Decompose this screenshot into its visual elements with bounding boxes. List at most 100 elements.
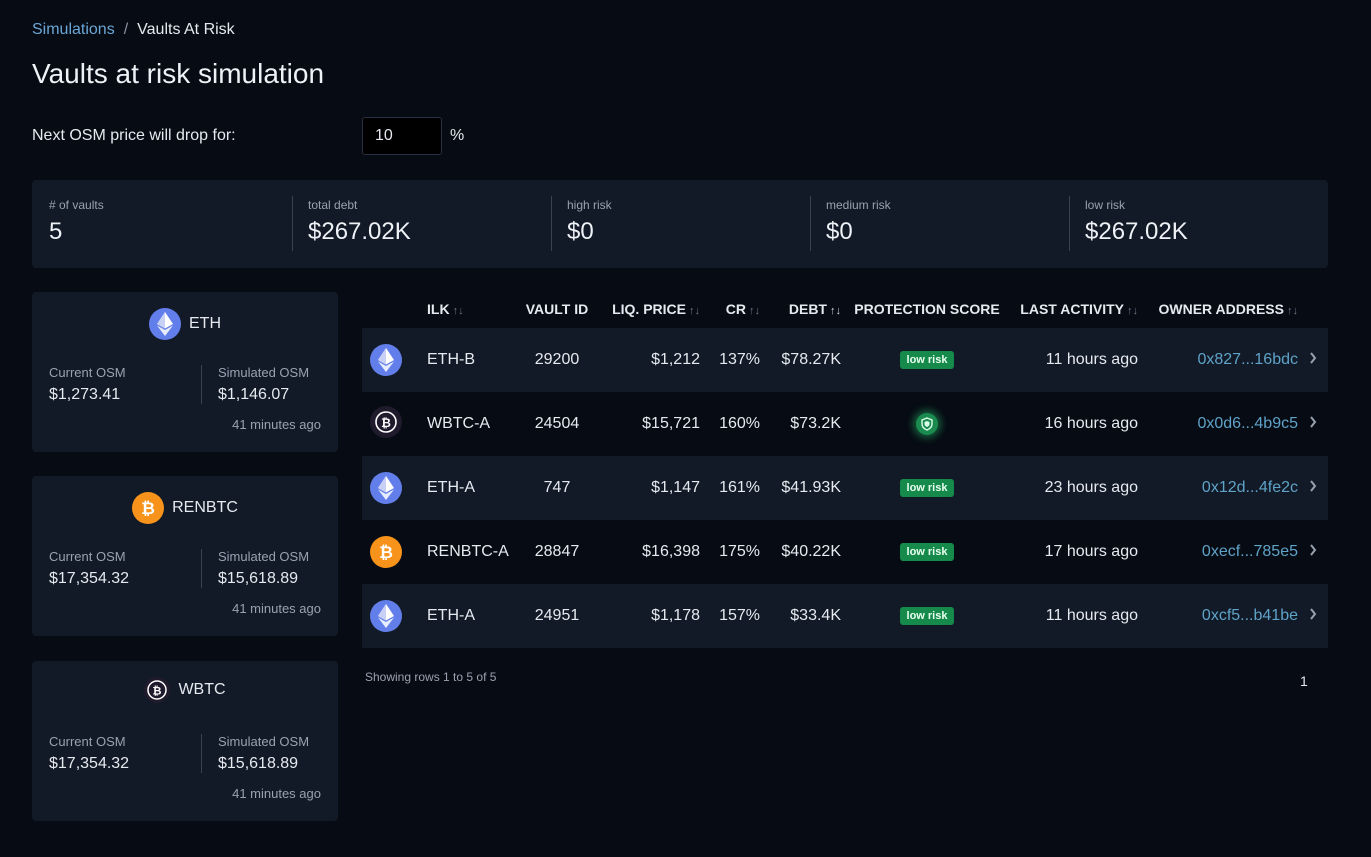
owner-address-link[interactable]: 0xecf...785e5 (1202, 543, 1298, 560)
btc-icon: ₿ (370, 536, 402, 568)
cell-cr: 160% (719, 415, 760, 432)
header-cr[interactable]: CR ↑↓ (700, 301, 760, 317)
price-drop-unit: % (450, 127, 465, 144)
breadcrumb: Simulations / Vaults At Risk (32, 21, 235, 39)
simulated-osm-label: Simulated OSM (218, 365, 310, 380)
cell-protection: low risk (841, 543, 1013, 561)
cell-owner: 0x827...16bdc (1138, 351, 1298, 369)
low-risk-badge: low risk (899, 543, 955, 561)
summary-label: # of vaults (49, 198, 104, 212)
row-coin (362, 599, 427, 633)
asset-name: ETH (189, 315, 221, 332)
asset-header: ₿ RENBTC (32, 492, 338, 524)
owner-address-link[interactable]: 0xcf5...b41be (1202, 607, 1298, 624)
simulated-osm: Simulated OSM $15,618.89 (201, 734, 353, 773)
sort-icon: ↑↓ (452, 305, 464, 317)
eth-icon (370, 599, 402, 632)
low-risk-badge: low risk (899, 479, 955, 497)
cell-last-activity: 16 hours ago (1044, 415, 1138, 432)
sort-icon: ↑↓ (689, 305, 700, 317)
cell-vault-id: 24951 (534, 607, 580, 624)
owner-address-link[interactable]: 0x12d...4fe2c (1202, 479, 1298, 496)
simulated-osm-label: Simulated OSM (218, 549, 310, 564)
header-owner-label: OWNER ADDRESS (1158, 301, 1285, 317)
cell-liq-price: $1,178 (651, 607, 700, 624)
summary-panel: # of vaults 5 total debt $267.02K high r… (32, 180, 1328, 268)
table-row[interactable]: ETH-A 24951 $1,178 157% $33.4K low risk … (362, 584, 1328, 648)
summary-value: $0 (567, 218, 594, 245)
header-cr-label: CR (725, 301, 746, 317)
table-row-count: Showing rows 1 to 5 of 5 (365, 670, 497, 684)
cell-liq-price: $1,147 (651, 479, 700, 496)
row-coin: ₿ (362, 405, 427, 443)
header-liq-price[interactable]: LIQ. PRICE ↑↓ (597, 301, 700, 317)
owner-address-link[interactable]: 0x827...16bdc (1197, 351, 1298, 368)
pagination-page-1[interactable]: 1 (1300, 673, 1308, 689)
cell-protection: low risk (841, 479, 1013, 497)
summary-vault-count: # of vaults 5 (32, 180, 292, 268)
header-last-activity-label: LAST ACTIVITY (1020, 301, 1124, 317)
header-last-activity[interactable]: LAST ACTIVITY ↑↓ (1013, 301, 1138, 317)
row-coin: ₿ (362, 536, 427, 568)
current-osm: Current OSM $17,354.32 (49, 549, 201, 588)
simulated-osm-label: Simulated OSM (218, 734, 310, 749)
asset-name: WBTC (178, 681, 226, 698)
cell-cr: 175% (719, 543, 760, 560)
cell-vault-id: 747 (543, 479, 571, 496)
cell-debt: $78.27K (781, 351, 841, 368)
asset-osm-values: Current OSM $17,354.32 Simulated OSM $15… (49, 549, 353, 588)
chevron-right-icon[interactable] (1298, 351, 1328, 369)
asset-header: ETH (32, 308, 338, 340)
cell-cr: 157% (719, 607, 760, 624)
summary-value: 5 (49, 218, 63, 245)
breadcrumb-separator: / (123, 21, 129, 38)
chevron-right-icon[interactable] (1298, 607, 1328, 625)
chevron-right-icon[interactable] (1298, 543, 1328, 561)
btc-icon: ₿ (132, 492, 165, 524)
cell-last-activity: 11 hours ago (1045, 607, 1138, 624)
simulated-osm-value: $15,618.89 (218, 755, 299, 772)
cell-vault-id: 28847 (534, 543, 580, 560)
header-vault-id: VAULT ID (525, 301, 589, 317)
summary-value: $267.02K (308, 218, 411, 245)
chevron-right-icon[interactable] (1298, 415, 1328, 433)
owner-address-link[interactable]: 0x0d6...4b9c5 (1197, 415, 1298, 432)
header-liq-price-label: LIQ. PRICE (612, 301, 686, 317)
cell-last-activity: 23 hours ago (1044, 479, 1138, 496)
summary-label: low risk (1085, 198, 1126, 212)
cell-ilk: ETH-A (427, 479, 475, 496)
shield-icon (916, 413, 938, 435)
asset-card-renbtc: ₿ RENBTC Current OSM $17,354.32 Simulate… (32, 476, 338, 636)
table-row[interactable]: ₿ WBTC-A 24504 $15,721 160% $73.2K 16 ho… (362, 392, 1328, 456)
cell-debt: $40.22K (781, 543, 841, 560)
header-debt[interactable]: DEBT ↑↓ (760, 301, 841, 317)
table-row[interactable]: ₿ RENBTC-A 28847 $16,398 175% $40.22K lo… (362, 520, 1328, 584)
asset-updated-time: 41 minutes ago (232, 417, 321, 432)
svg-text:₿: ₿ (381, 416, 391, 430)
table-row[interactable]: ETH-A 747 $1,147 161% $41.93K low risk 2… (362, 456, 1328, 520)
wbtc-icon: ₿ (144, 677, 171, 703)
price-drop-input[interactable] (362, 117, 442, 155)
cell-owner: 0x0d6...4b9c5 (1138, 415, 1298, 433)
breadcrumb-current: Vaults At Risk (137, 21, 235, 38)
asset-card-wbtc: ₿ WBTC Current OSM $17,354.32 Simulated … (32, 661, 338, 821)
current-osm-label: Current OSM (49, 365, 126, 380)
header-ilk[interactable]: ILK ↑↓ (427, 301, 517, 317)
sort-icon: ↑↓ (749, 305, 760, 317)
sort-icon: ↑↓ (1287, 305, 1298, 317)
cell-ilk: ETH-B (427, 351, 475, 368)
summary-high-risk: high risk $0 (551, 180, 810, 268)
asset-updated-time: 41 minutes ago (232, 786, 321, 801)
asset-card-eth: ETH Current OSM $1,273.41 Simulated OSM … (32, 292, 338, 452)
eth-icon (149, 308, 181, 340)
table-row[interactable]: ETH-B 29200 $1,212 137% $78.27K low risk… (362, 328, 1328, 392)
header-debt-label: DEBT (788, 301, 827, 317)
chevron-right-icon[interactable] (1298, 479, 1328, 497)
simulated-osm-value: $15,618.89 (218, 570, 299, 587)
asset-osm-values: Current OSM $17,354.32 Simulated OSM $15… (49, 734, 353, 773)
cell-cr: 161% (719, 479, 760, 496)
header-owner-address[interactable]: OWNER ADDRESS ↑↓ (1138, 301, 1299, 317)
breadcrumb-simulations-link[interactable]: Simulations (32, 21, 115, 39)
cell-debt: $41.93K (781, 479, 841, 496)
table-header: ILK ↑↓ VAULT ID LIQ. PRICE ↑↓ CR ↑↓ DEBT ↑↓ … (362, 290, 1328, 328)
